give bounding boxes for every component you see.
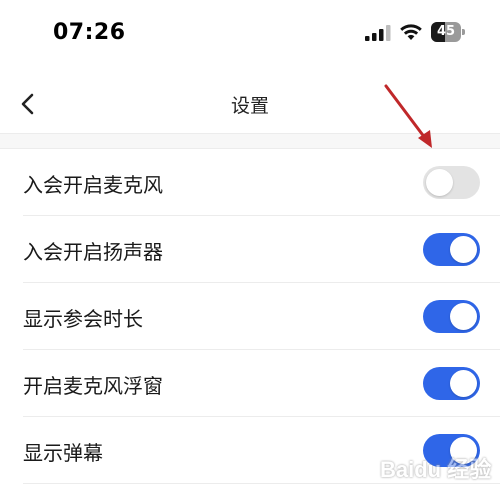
setting-row-speaker-on-join: 入会开启扬声器	[0, 216, 500, 283]
battery-level: 45	[436, 24, 456, 39]
setting-label: 显示弹幕	[23, 441, 103, 465]
mic-on-join-toggle[interactable]	[423, 166, 480, 199]
wifi-icon	[400, 24, 422, 40]
setting-row-mic-on-join: 入会开启麦克风	[0, 149, 500, 216]
toggle-knob	[426, 169, 453, 196]
toggle-knob	[450, 303, 477, 330]
toggle-knob	[450, 370, 477, 397]
setting-label: 显示参会时长	[23, 307, 143, 331]
battery-icon: 45	[431, 22, 465, 42]
battery-cap	[462, 29, 465, 35]
status-time: 07:26	[53, 20, 126, 45]
mic-float-window-toggle[interactable]	[423, 367, 480, 400]
watermark-text: Baidu 经验	[380, 457, 492, 482]
status-bar: 07:26 45	[0, 0, 500, 66]
annotation-arrow-icon	[384, 84, 432, 148]
setting-label: 开启麦克风浮窗	[23, 374, 163, 398]
setting-row-show-duration: 显示参会时长	[0, 283, 500, 350]
toggle-knob	[450, 236, 477, 263]
speaker-on-join-toggle[interactable]	[423, 233, 480, 266]
show-duration-toggle[interactable]	[423, 300, 480, 333]
setting-label: 入会开启扬声器	[23, 240, 163, 264]
signal-icon	[365, 25, 391, 41]
baidu-watermark-logo: Baidu 经验	[380, 446, 495, 486]
setting-label: 入会开启麦克风	[23, 173, 163, 197]
setting-row-mic-float-window: 开启麦克风浮窗	[0, 350, 500, 417]
